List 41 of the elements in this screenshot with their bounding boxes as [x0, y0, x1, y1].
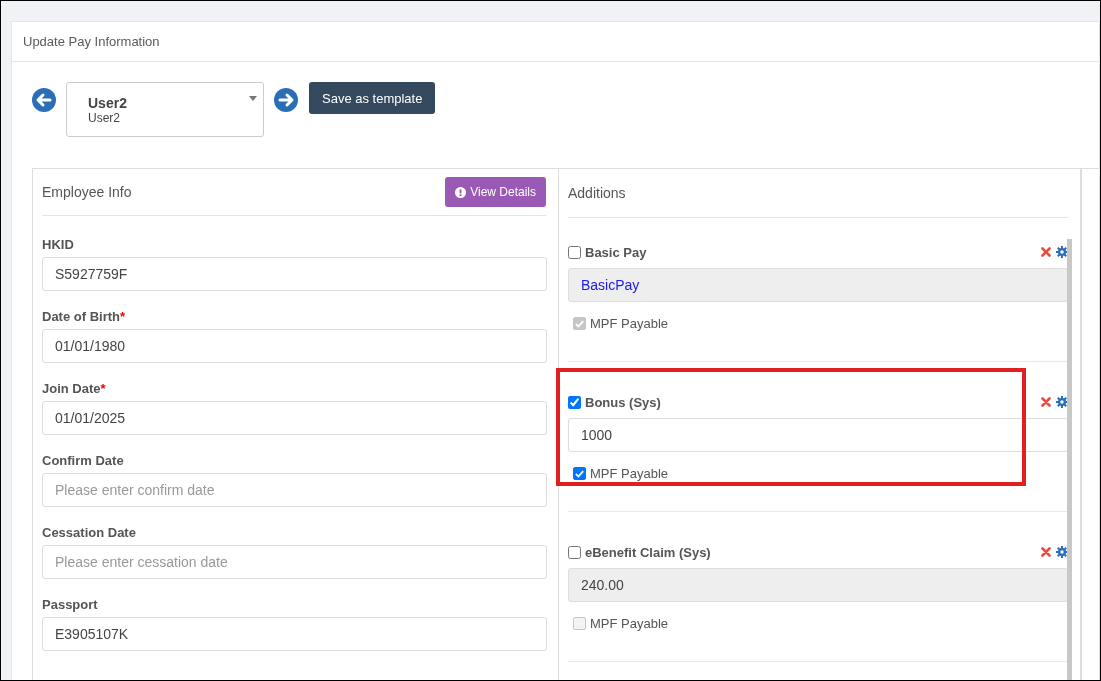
checkbox-label: MPF Payable	[590, 466, 669, 481]
checkbox-label: MPF Payable	[590, 616, 669, 631]
field-label: Confirm Date	[42, 453, 125, 468]
input-field[interactable]: 01/01/2025	[42, 401, 547, 435]
checkbox[interactable]	[568, 245, 581, 259]
field-label: Join Date*	[42, 381, 107, 396]
field-label: Passport	[42, 597, 99, 612]
scrollbar[interactable]	[1067, 239, 1072, 680]
item-name: Basic Pay	[585, 244, 647, 260]
field-label: Date of Birth*	[42, 309, 127, 324]
exclamation-circle-icon	[455, 186, 467, 198]
input-field[interactable]: S5927759F	[42, 257, 547, 291]
employee-select[interactable]: User2 User2	[66, 82, 264, 137]
panel-title: Employee Info	[42, 184, 132, 200]
page-title: Update Pay Information	[23, 34, 160, 49]
input-field[interactable]: 1000	[568, 418, 1068, 452]
input-field[interactable]: Please enter confirm date	[42, 473, 547, 507]
item-name: eBenefit Claim (Sys)	[585, 544, 711, 560]
delete-icon[interactable]	[1041, 397, 1051, 407]
field-label: Cessation Date	[42, 525, 137, 540]
item-name: Bonus (Sys)	[585, 394, 661, 410]
checkbox[interactable]	[568, 395, 581, 409]
arrow-left-circle-icon[interactable]	[32, 88, 56, 112]
checkbox[interactable]	[573, 467, 586, 480]
view-details-button[interactable]: View Details	[445, 177, 546, 207]
required-mark: *	[100, 381, 106, 396]
checkbox-label: MPF Payable	[590, 316, 669, 331]
required-mark: *	[120, 309, 126, 324]
caret-icon	[249, 96, 257, 101]
input-field[interactable]: BasicPay	[568, 268, 1068, 302]
field-label: HKID	[42, 237, 75, 252]
input-field[interactable]: Please enter cessation date	[42, 545, 547, 579]
panel-title: Additions	[568, 185, 626, 201]
input-field[interactable]: 01/01/1980	[42, 329, 547, 363]
input-field[interactable]: E3905107K	[42, 617, 547, 651]
input-field[interactable]: 240.00	[568, 568, 1068, 602]
arrow-right-circle-icon[interactable]	[274, 88, 298, 112]
save-as-template-button[interactable]: Save as template	[309, 82, 436, 114]
checkbox[interactable]	[568, 545, 581, 559]
delete-icon[interactable]	[1041, 247, 1051, 257]
delete-icon[interactable]	[1041, 547, 1051, 557]
